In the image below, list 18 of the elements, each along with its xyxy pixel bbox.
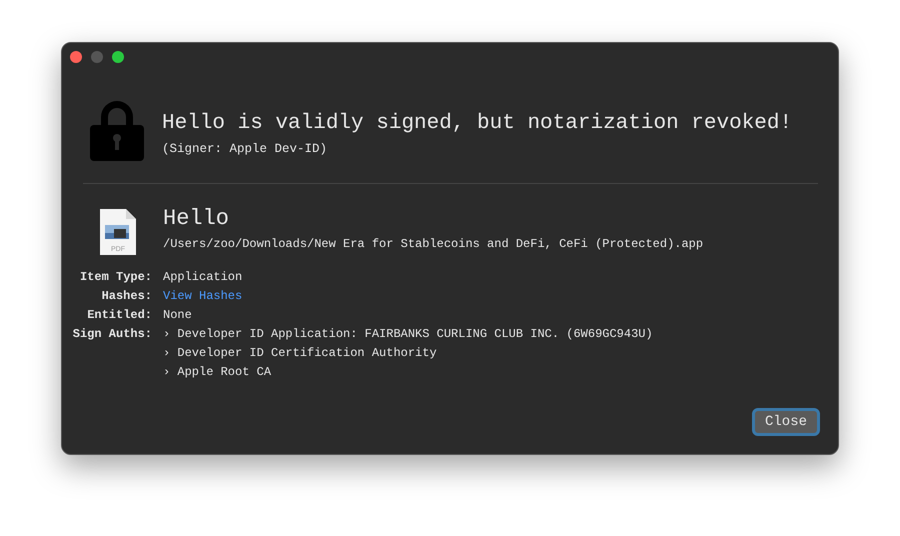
close-window-icon[interactable] — [70, 51, 82, 63]
field-value: None — [163, 308, 192, 323]
view-hashes-link[interactable]: View Hashes — [163, 289, 242, 304]
signer-text: (Signer: Apple Dev-ID) — [162, 141, 328, 157]
field-value: Application — [163, 270, 242, 285]
alert-title: Hello is validly signed, but notarization revoked! — [162, 111, 792, 137]
field-label: Item Type: — [78, 270, 152, 285]
field-label: Hashes: — [100, 289, 152, 304]
lock-icon — [90, 99, 144, 161]
certificate-item[interactable]: › Apple Root CA — [163, 365, 272, 380]
zoom-window-icon[interactable] — [112, 51, 124, 63]
field-label: Entitled: — [86, 308, 152, 323]
file-path: /Users/zoo/Downloads/New Era for Stablecoins and DeFi, CeFi (Protected).app — [163, 236, 704, 252]
item-name: Hello — [163, 206, 230, 232]
field-label: Sign Auths: — [72, 327, 152, 343]
certificate-item[interactable]: › Developer ID Application: FAIRBANKS CURLING CLUB INC. (6W69GC943U) — [163, 327, 653, 342]
certificate-item[interactable]: › Developer ID Certification Authority — [163, 346, 437, 361]
close-button[interactable]: Close — [752, 408, 820, 436]
